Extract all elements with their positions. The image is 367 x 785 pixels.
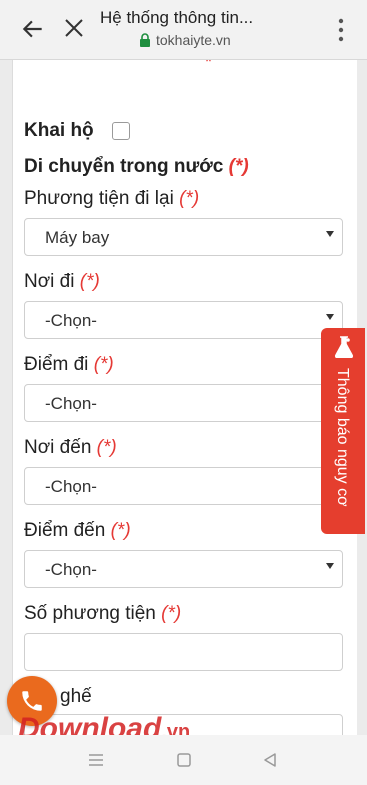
side-tab-thong-bao-nguy-co[interactable]: Thông báo nguy cơ <box>321 328 365 534</box>
browser-toolbar: Hệ thống thông tin... tokhaiyte.vn <box>0 0 367 60</box>
close-icon[interactable] <box>62 16 86 40</box>
dropdown-caret-icon <box>326 314 334 320</box>
field-label-so-ghe: ghế <box>60 686 92 707</box>
field-label-diem-den: Điểm đến (*) <box>24 520 131 541</box>
section-title: Di chuyển trong nước (*) <box>24 156 249 177</box>
back-arrow-icon[interactable] <box>20 16 46 42</box>
back-triangle-icon[interactable] <box>262 752 278 768</box>
khai-ho-row: Khai hộ <box>24 120 94 142</box>
field-label-so-phuong-tien: Số phương tiện (*) <box>24 603 182 624</box>
khai-ho-checkbox[interactable] <box>112 122 130 140</box>
required-mark: * <box>205 60 213 72</box>
field-label-noi-den: Nơi đến (*) <box>24 437 117 458</box>
home-square-icon[interactable] <box>176 752 192 768</box>
field-label-phuong-tien: Phương tiện đi lại (*) <box>24 188 200 209</box>
more-vert-icon[interactable] <box>334 16 348 44</box>
phone-icon <box>22 691 42 711</box>
flask-icon <box>334 336 354 358</box>
page-title: Hệ thống thông tin... <box>100 8 254 27</box>
select-noi-di[interactable]: -Chọn- <box>24 301 343 339</box>
field-label-noi-di: Nơi đi (*) <box>24 271 100 292</box>
input-so-phuong-tien[interactable] <box>24 633 343 671</box>
side-tab-label: Thông báo nguy cơ <box>334 368 351 507</box>
field-label-diem-di: Điểm đi (*) <box>24 354 114 375</box>
select-diem-di[interactable]: -Chọn- <box>24 384 343 422</box>
select-diem-den[interactable]: -Chọn- <box>24 550 343 588</box>
dropdown-caret-icon <box>326 231 334 237</box>
khai-ho-label: Khai hộ <box>24 120 94 141</box>
page-content: * Khai hộ Di chuyển trong nước (*) Phươn… <box>0 60 367 735</box>
menu-icon[interactable] <box>88 752 104 768</box>
system-nav-bar <box>0 735 367 785</box>
lock-icon <box>140 33 150 47</box>
select-phuong-tien[interactable]: Máy bay <box>24 218 343 256</box>
dropdown-caret-icon <box>326 563 334 569</box>
select-noi-den[interactable]: -Chọn- <box>24 467 343 505</box>
url-text[interactable]: tokhaiyte.vn <box>156 32 231 48</box>
